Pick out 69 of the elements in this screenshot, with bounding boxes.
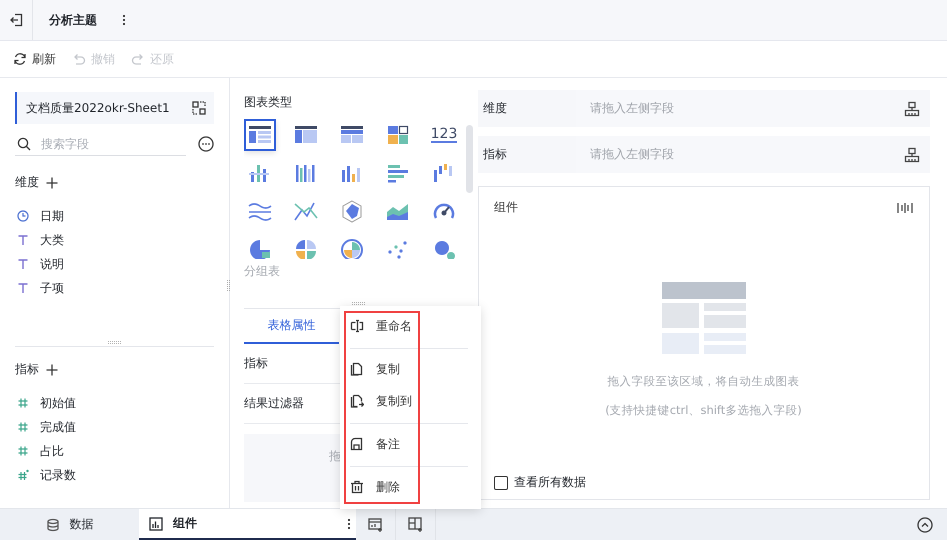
search-icon [17,136,31,150]
toolbar-button[interactable]: 刷新 [13,47,56,71]
field-item[interactable]: 记录数 [15,463,214,487]
rose-chart-icon [338,236,366,259]
tooltip-label: 分组表 [244,263,281,280]
drag-handle-icon[interactable] [108,341,122,344]
checkbox-label: 查看所有数据 [514,474,586,491]
data-source-name: 文档质量2022okr-Sheet1 [26,100,170,116]
database-icon [46,518,60,532]
field-item[interactable]: 说明 [15,252,214,276]
menu-item[interactable]: 删除 [350,477,468,497]
menu-item[interactable]: 重命名 [350,316,468,336]
layout-add-icon [408,516,424,532]
drag-handle-icon[interactable] [227,280,230,292]
field-item[interactable]: 子项 [15,276,214,300]
section-title: 图表类型 [244,94,293,111]
hash-icon [17,469,29,481]
field-item[interactable]: 完成值 [15,415,214,439]
scrollbar[interactable] [466,125,473,193]
drop-hint: 拖 [329,449,341,463]
columns-icon[interactable] [897,202,913,214]
redo-icon [131,52,145,66]
note-icon [350,437,364,451]
checkbox[interactable] [494,476,508,490]
hash-icon [17,421,29,433]
bar-chart-icon [149,516,163,530]
add-icon[interactable] [46,364,58,376]
hash-icon [17,445,29,457]
exit-icon[interactable] [9,13,23,27]
more-icon[interactable] [198,136,214,152]
hash-icon [17,397,29,409]
empty-hint: 拖入字段至该区域，将自动生成图表 [608,374,800,389]
field-item[interactable]: 日期 [15,204,214,228]
data-source-card[interactable]: 文档质量2022okr-Sheet1 [15,92,214,124]
chart-type-option[interactable] [244,119,276,151]
panel-title: 组件 [494,199,518,216]
menu-item[interactable]: 备注 [350,434,468,454]
section-title: 指标 [15,361,39,378]
bottom-tab[interactable]: 组件 [139,509,356,540]
copy-to-icon [350,394,364,408]
chart-type-option[interactable]: 123 [428,119,460,151]
more-icon[interactable] [347,518,351,530]
add-icon[interactable] [46,176,58,188]
menu-item[interactable]: 复制到 [350,391,468,411]
field-item[interactable]: 大类 [15,228,214,252]
menu-item[interactable]: 复制 [350,359,468,379]
more-icon[interactable] [122,14,126,26]
drag-handle-icon[interactable] [352,302,366,305]
hierarchy-icon[interactable] [904,100,920,116]
undo-icon [72,52,86,66]
page-title: 分析主题 [49,12,97,28]
search-field[interactable]: 搜索字段 [39,136,159,152]
field-item[interactable]: 占比 [15,439,214,463]
collapse-icon[interactable] [917,516,933,532]
copy-icon [350,362,364,376]
bottom-tab[interactable]: 数据 [0,509,139,540]
chart-add-icon [368,516,384,532]
swap-icon[interactable] [192,101,206,115]
refresh-icon [13,52,27,66]
section-title: 维度 [15,174,39,191]
text-type-icon [17,258,29,270]
rename-icon [350,319,364,333]
trash-icon [350,480,364,494]
empty-hint: (支持快捷键ctrl、shift多选拖入字段) [605,403,802,418]
hierarchy-icon[interactable] [904,146,920,162]
text-type-icon [17,234,29,246]
text-type-icon [17,282,29,294]
field-item[interactable]: 初始值 [15,391,214,415]
clock-icon [17,210,29,222]
